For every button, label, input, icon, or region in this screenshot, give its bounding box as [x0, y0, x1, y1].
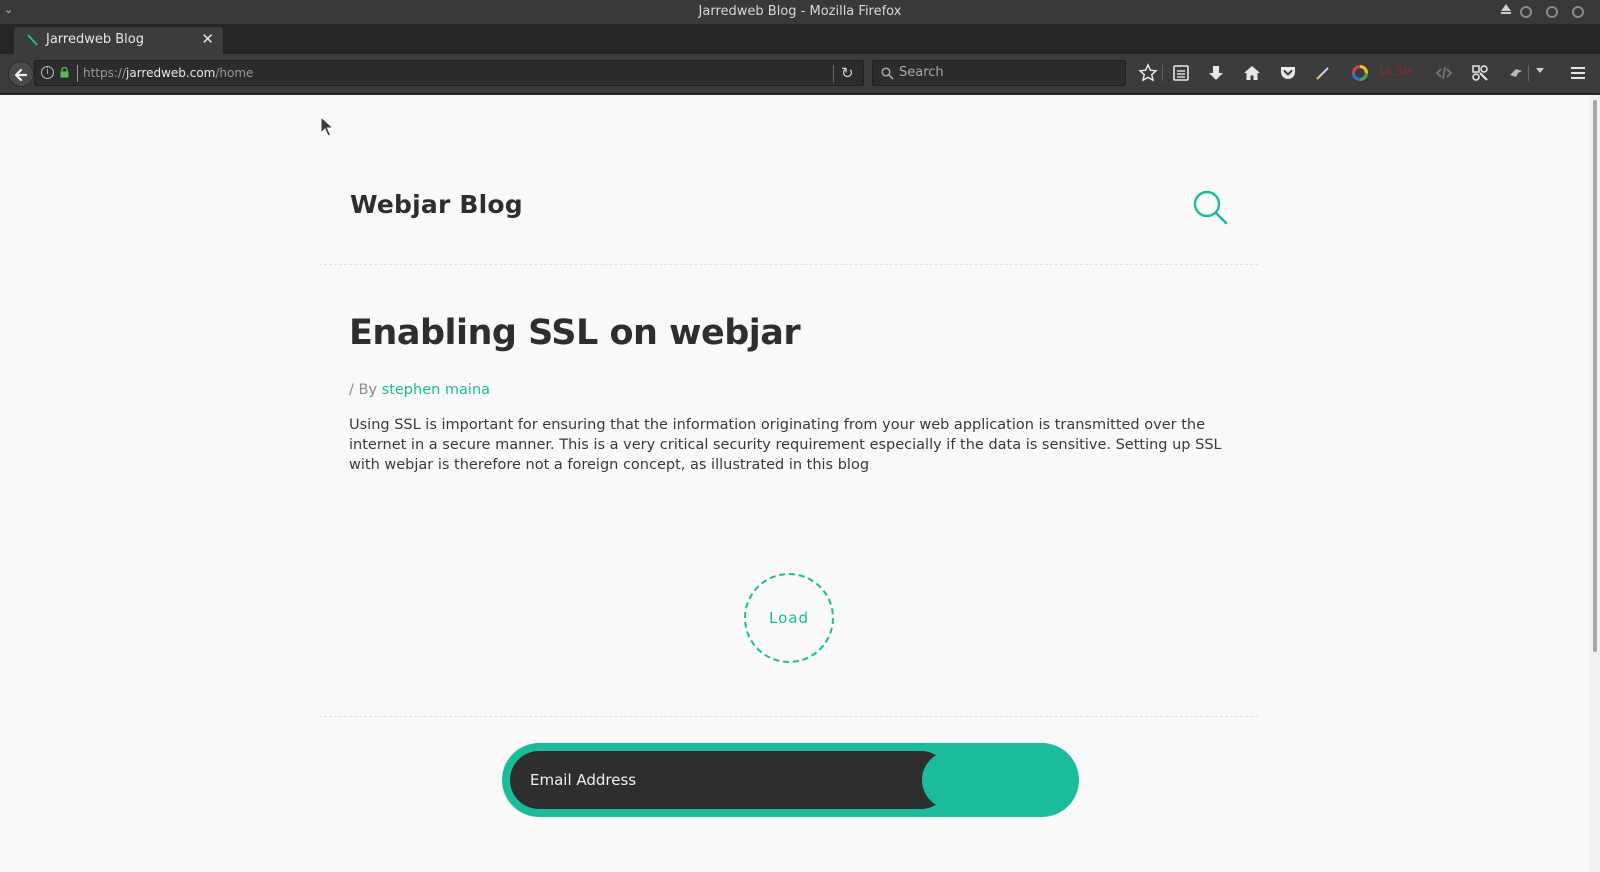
post-by-prefix: / By [349, 382, 378, 398]
blog-search-button[interactable] [1190, 187, 1230, 227]
tab-label: Jarredweb Blog [46, 32, 144, 47]
subscribe-button[interactable] [922, 751, 1071, 809]
browser-search-bar[interactable]: Search [872, 60, 1126, 86]
search-icon [1193, 190, 1228, 225]
reading-list-icon[interactable] [1171, 63, 1191, 83]
toolbar-divider [1162, 65, 1163, 81]
dropdown-arrow-icon[interactable] [1536, 68, 1544, 73]
window-minimize-button[interactable] [1520, 6, 1532, 18]
mouse-cursor-icon [320, 116, 334, 137]
download-icon[interactable] [1206, 63, 1226, 83]
scrollbar-thumb[interactable] [1593, 100, 1597, 652]
lock-icon[interactable] [60, 67, 69, 78]
window-titlebar: ⌄ Jarredweb Blog - Mozilla Firefox [0, 0, 1600, 24]
url-bar[interactable]: i https://jarredweb.com/home ↻ [34, 60, 864, 86]
color-ring-icon[interactable] [1350, 63, 1370, 83]
toolbar-divider [1528, 65, 1529, 81]
memory-badge: 14.3M [1378, 65, 1412, 78]
extension-icon[interactable] [1506, 63, 1526, 83]
email-input[interactable]: Email Address [510, 751, 950, 809]
blog-title[interactable]: Webjar Blog [350, 190, 523, 219]
back-arrow-icon [14, 68, 28, 82]
post-meta: / By stephen maina [349, 382, 490, 398]
minimize-up-bar [1501, 12, 1511, 14]
navigation-toolbar: i https://jarredweb.com/home ↻ Search 14… [0, 54, 1600, 94]
reload-icon[interactable]: ↻ [841, 64, 854, 82]
header-divider [319, 264, 1258, 265]
close-tab-icon[interactable]: ✕ [201, 30, 214, 48]
window-title: Jarredweb Blog - Mozilla Firefox [698, 4, 902, 19]
pocket-icon[interactable] [1278, 63, 1298, 83]
tab-jarredweb-blog[interactable]: Jarredweb Blog ✕ [14, 27, 223, 54]
code-icon[interactable] [1434, 63, 1454, 83]
load-more-button[interactable]: Load [744, 573, 834, 663]
url-separator [77, 65, 78, 82]
tools-icon[interactable] [1470, 63, 1490, 83]
url-text[interactable]: https://jarredweb.com/home [83, 66, 253, 80]
site-info-icon[interactable]: i [41, 66, 54, 79]
bookmark-star-icon[interactable] [1138, 63, 1158, 83]
hamburger-menu-icon[interactable] [1568, 63, 1588, 83]
page-viewport: Webjar Blog Enabling SSL on webjar / By … [0, 95, 1590, 872]
home-icon[interactable] [1242, 63, 1262, 83]
post-excerpt: Using SSL is important for ensuring that… [349, 417, 1222, 473]
search-placeholder: Search [899, 65, 944, 80]
minimize-up-icon[interactable] [1501, 4, 1511, 11]
back-button[interactable] [8, 61, 34, 87]
window-maximize-button[interactable] [1546, 6, 1558, 18]
post-title[interactable]: Enabling SSL on webjar [349, 313, 801, 353]
reload-separator [833, 65, 834, 82]
footer-divider [319, 716, 1258, 717]
pen-icon[interactable] [1313, 63, 1333, 83]
subscribe-form: Email Address [502, 743, 1079, 817]
page-scrollbar[interactable] [1590, 95, 1600, 872]
favicon-icon [27, 34, 38, 46]
tab-strip: Jarredweb Blog ✕ + [0, 24, 1600, 72]
window-close-button[interactable] [1572, 6, 1584, 18]
post-author-link[interactable]: stephen maina [382, 382, 490, 398]
search-icon [881, 67, 894, 80]
